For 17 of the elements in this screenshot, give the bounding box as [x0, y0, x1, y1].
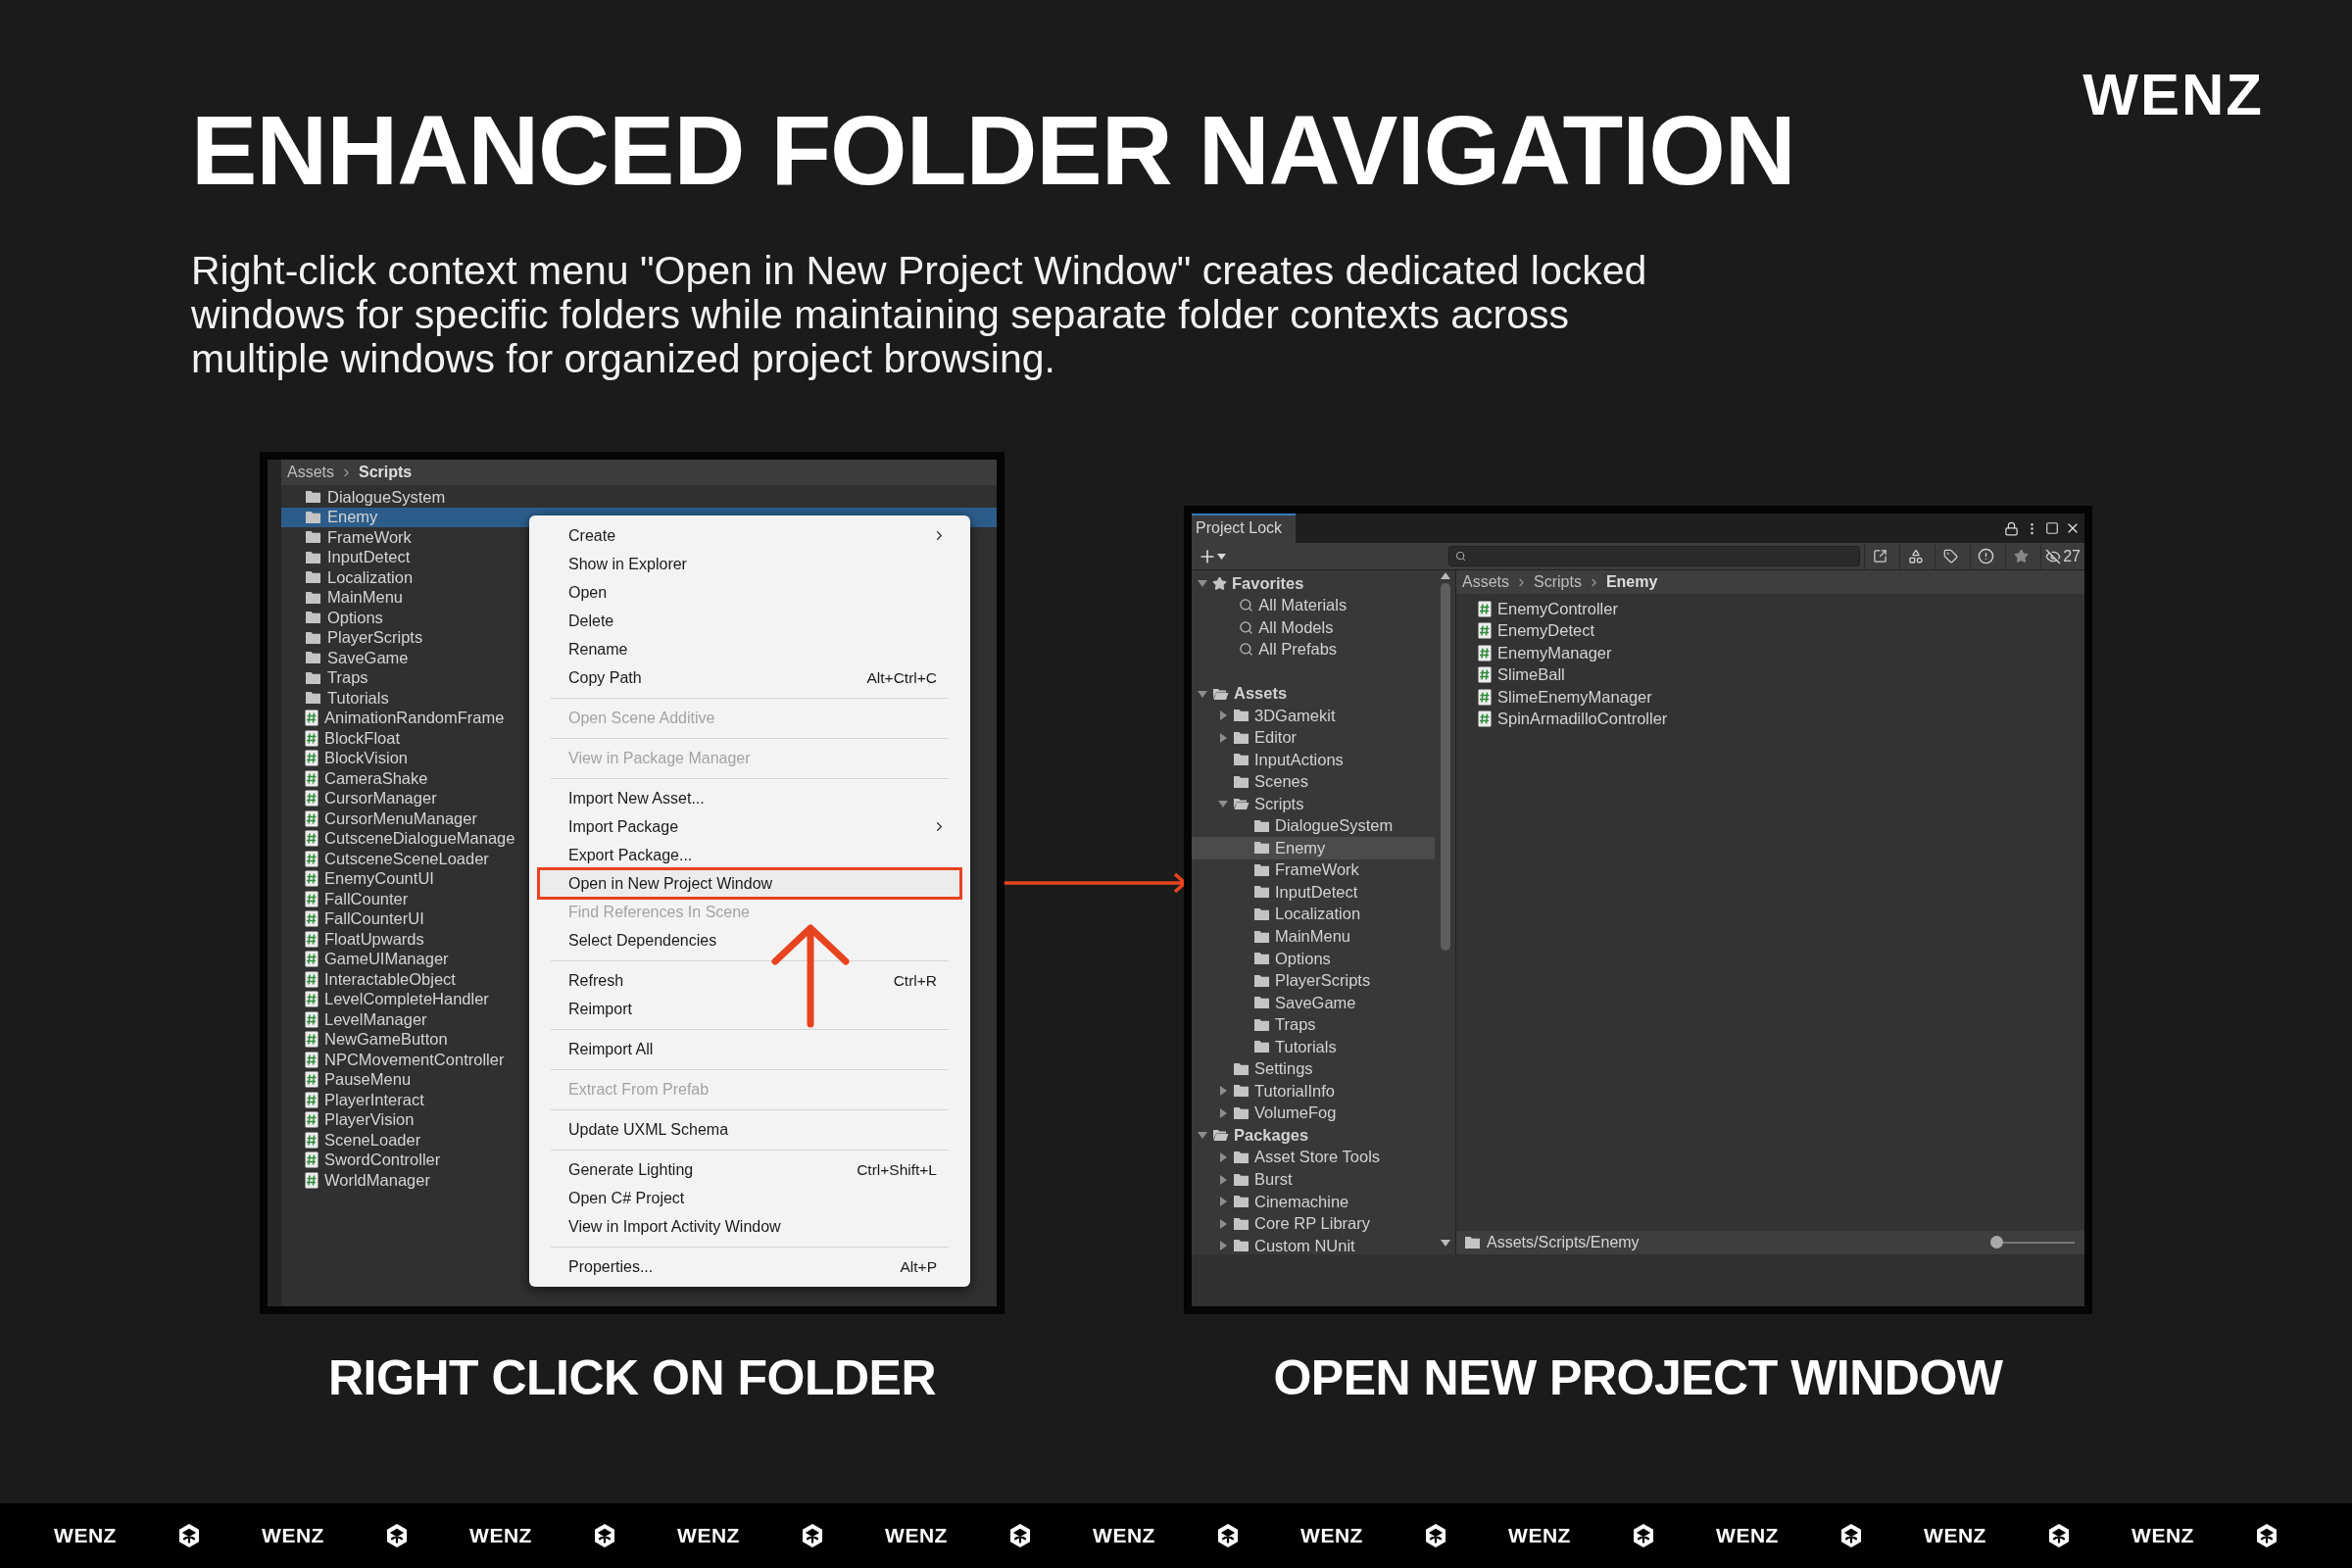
- brand-logo: WENZ: [1924, 1524, 1986, 1547]
- brand-logo: WENZ: [469, 1524, 532, 1547]
- brand-logo: WENZ: [1093, 1524, 1155, 1547]
- brand-logo: WENZ: [262, 1524, 324, 1547]
- panel-caption: OPEN NEW PROJECT WINDOW: [1272, 1349, 2004, 1407]
- page-title: ENHANCED FOLDER NAVIGATION: [191, 98, 1795, 203]
- brand-logo: WENZ: [885, 1524, 948, 1547]
- panel-caption: RIGHT CLICK ON FOLDER: [327, 1349, 937, 1407]
- brand-logo: WENZ: [677, 1524, 740, 1547]
- folder-path: Assets/Scripts/Enemy: [1487, 1234, 1641, 1252]
- brand-logo: WENZ: [1716, 1524, 1779, 1547]
- brand-logo: WENZ: [1508, 1524, 1571, 1547]
- description-text: Right-click context menu "Open in New Project Window" creates dedicated locked windows for specific folders while maintaining separate folder contexts across multiple windows for organized project browsing.: [191, 249, 1648, 382]
- brand-logo: WENZ: [1300, 1524, 1363, 1547]
- brand-logo: WENZ: [2132, 1524, 2194, 1547]
- brand-logo: WENZ: [54, 1524, 117, 1547]
- brand-logo: WENZ: [2082, 61, 2264, 129]
